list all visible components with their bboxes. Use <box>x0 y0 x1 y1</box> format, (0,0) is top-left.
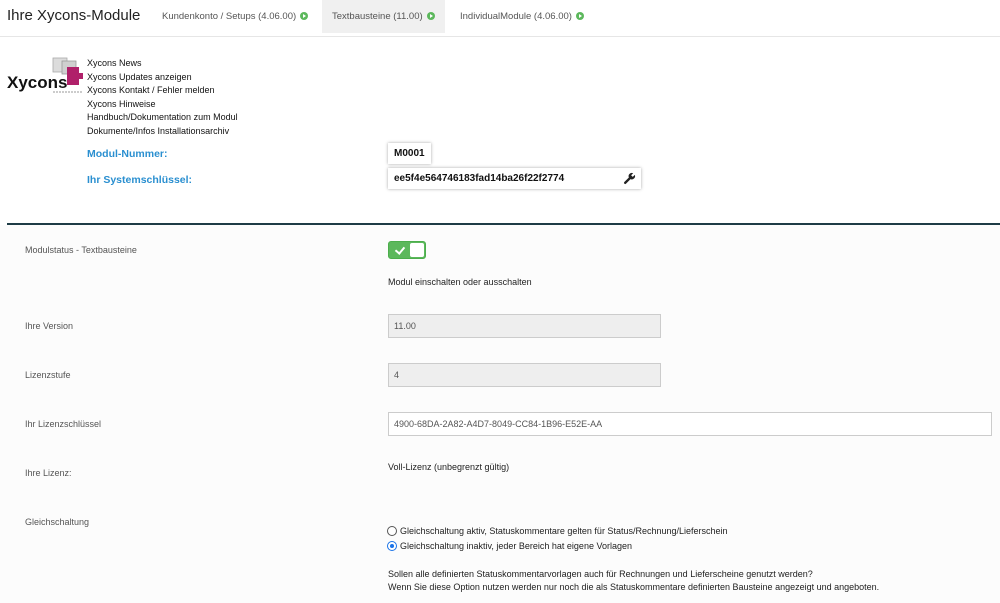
wrench-icon[interactable] <box>623 172 636 185</box>
radio-on-icon <box>387 541 397 551</box>
sync-help-1: Sollen alle definierten Statuskommentarv… <box>388 569 813 579</box>
license-value: Voll-Lizenz (unbegrenzt gültig) <box>388 462 510 472</box>
sync-option-active[interactable]: Gleichschaltung aktiv, Statuskommentare … <box>387 526 728 536</box>
license-level-label: Lizenzstufe <box>25 370 71 380</box>
module-status-label: Modulstatus - Textbausteine <box>25 245 137 255</box>
sync-help-2: Wenn Sie diese Option nutzen werden nur … <box>388 582 880 592</box>
link-news[interactable]: Xycons News <box>87 57 238 71</box>
app-title: Ihre Xycons-Module <box>7 7 141 24</box>
link-updates[interactable]: Xycons Updates anzeigen <box>87 71 238 85</box>
system-key-label: Ihr Systemschlüssel: <box>87 174 193 186</box>
module-number-label: Modul-Nummer: <box>87 148 168 160</box>
license-label: Ihre Lizenz: <box>25 468 72 478</box>
link-handbuch[interactable]: Handbuch/Dokumentation zum Modul <box>87 111 238 125</box>
tab-label: Kundenkonto / Setups (4.06.00) <box>162 11 297 22</box>
sync-label: Gleichschaltung <box>25 517 90 527</box>
system-key-box: ee5f4e564746183fad14ba26f22f2774 <box>388 168 641 189</box>
license-key-field[interactable] <box>388 412 992 436</box>
sync-option-inactive[interactable]: Gleichschaltung inaktiv, jeder Bereich h… <box>387 541 632 551</box>
tab-individualmodule[interactable]: IndividualModule (4.06.00) <box>450 0 594 33</box>
tab-label: Textbausteine (11.00) <box>332 11 423 22</box>
license-key-label: Ihr Lizenzschlüssel <box>25 419 102 429</box>
tab-kundenkonto[interactable]: Kundenkonto / Setups (4.06.00) <box>152 0 318 33</box>
link-hinweise[interactable]: Xycons Hinweise <box>87 98 238 112</box>
link-dokumente[interactable]: Dokumente/Infos Installationsarchiv <box>87 125 238 139</box>
status-ok-icon <box>300 12 309 20</box>
radio-off-icon <box>387 526 397 536</box>
logo-text: Xycons <box>7 73 67 92</box>
system-key-value: ee5f4e564746183fad14ba26f22f2774 <box>394 173 565 184</box>
sync-option-label: Gleichschaltung inaktiv, jeder Bereich h… <box>400 541 632 551</box>
sync-option-label: Gleichschaltung aktiv, Statuskommentare … <box>400 526 728 536</box>
module-status-toggle[interactable] <box>388 241 426 259</box>
module-status-help: Modul einschalten oder ausschalten <box>388 277 532 287</box>
tab-label: IndividualModule (4.06.00) <box>460 11 572 22</box>
status-ok-icon <box>575 12 584 20</box>
check-icon <box>394 244 406 255</box>
tab-textbausteine[interactable]: Textbausteine (11.00) <box>322 0 445 33</box>
info-links: Xycons News Xycons Updates anzeigen Xyco… <box>87 57 238 139</box>
puzzle-logo-icon: Xycons <box>7 57 83 93</box>
module-number-value: M0001 <box>388 143 431 164</box>
status-ok-icon <box>426 12 435 20</box>
top-bar: Ihre Xycons-Module Kundenkonto / Setups … <box>0 0 1000 37</box>
license-level-field <box>388 363 661 387</box>
version-label: Ihre Version <box>25 321 74 331</box>
link-kontakt[interactable]: Xycons Kontakt / Fehler melden <box>87 84 238 98</box>
toggle-knob <box>410 243 424 257</box>
version-field <box>388 314 661 338</box>
